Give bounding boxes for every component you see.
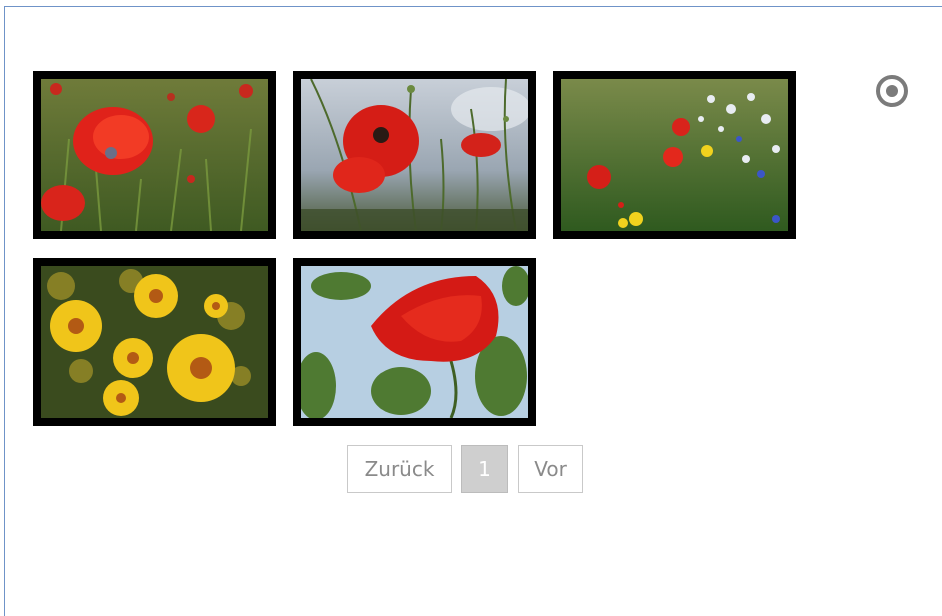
radio-select-icon[interactable] <box>875 74 909 108</box>
wildflower-meadow-image <box>561 79 788 231</box>
poppy-sky-image <box>301 79 528 231</box>
yellow-daisies-image <box>41 266 268 418</box>
gallery-thumb-wildflower-meadow[interactable] <box>553 71 796 239</box>
gallery-thumb-yellow-daisies[interactable] <box>33 258 276 426</box>
gallery-thumb-poppy-field[interactable] <box>33 71 276 239</box>
gallery-thumb-poppy-closeup[interactable] <box>293 258 536 426</box>
prev-page-button[interactable]: Zurück <box>347 445 452 493</box>
current-page-button[interactable]: 1 <box>461 445 508 493</box>
next-page-button[interactable]: Vor <box>518 445 583 493</box>
gallery-thumb-poppy-sky[interactable] <box>293 71 536 239</box>
poppy-field-image <box>41 79 268 231</box>
poppy-closeup-image <box>301 266 528 418</box>
